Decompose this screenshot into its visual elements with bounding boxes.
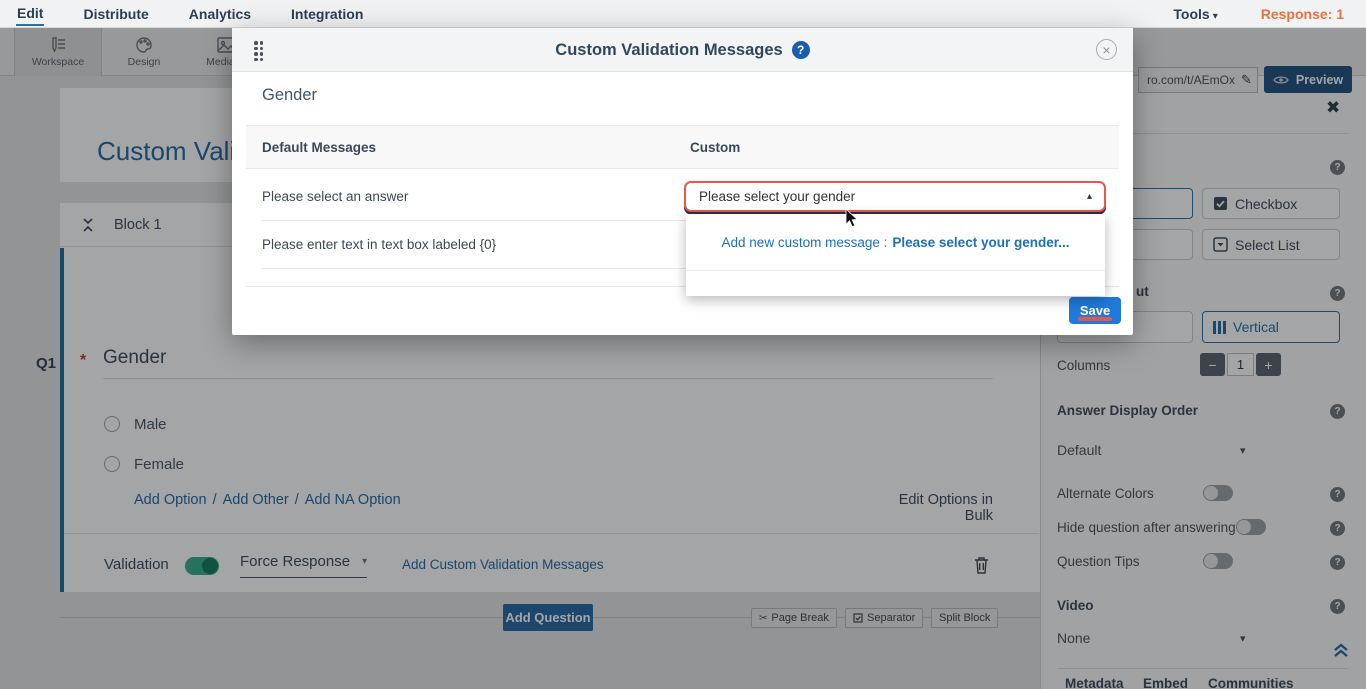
top-nav: Edit Distribute Analytics Integration To… — [0, 0, 1366, 28]
caret-up-icon: ▴ — [1087, 191, 1092, 202]
caret-down-icon: ▾ — [1213, 11, 1218, 22]
modal-section-title: Gender — [262, 86, 317, 105]
app-root: Edit Distribute Analytics Integration To… — [0, 0, 1366, 689]
nav-tab-edit[interactable]: Edit — [16, 2, 44, 26]
custom-validation-modal: Custom Validation Messages ? × Gender De… — [232, 28, 1133, 335]
default-message-cell: Please select an answer — [262, 189, 408, 204]
modal-title-wrap: Custom Validation Messages ? — [232, 28, 1133, 72]
modal-title: Custom Validation Messages — [555, 41, 782, 60]
row-divider — [262, 268, 686, 269]
save-label: Save — [1080, 303, 1110, 318]
nav-left: Edit Distribute Analytics Integration — [16, 2, 364, 26]
nav-tab-integration[interactable]: Integration — [290, 3, 364, 25]
nav-right: Tools ▾ Response: 1 — [1172, 3, 1344, 25]
save-underline-bar — [1078, 317, 1112, 321]
column-header-custom: Custom — [690, 140, 740, 155]
nav-tab-distribute[interactable]: Distribute — [82, 3, 149, 25]
dropdown-divider — [686, 270, 1105, 271]
modal-help-icon[interactable]: ? — [792, 41, 810, 59]
nav-tab-analytics[interactable]: Analytics — [188, 3, 252, 25]
combobox-value: Please select your gender — [699, 189, 855, 204]
custom-message-combobox[interactable]: Please select your gender ▴ — [684, 181, 1106, 212]
option-prefix: Add new custom message : — [722, 235, 888, 250]
option-value: Please select your gender... — [892, 235, 1069, 250]
table-header-row: Default Messages Custom — [246, 125, 1119, 169]
tools-menu[interactable]: Tools ▾ — [1172, 3, 1218, 25]
add-new-custom-message-option[interactable]: Add new custom message : Please select y… — [686, 214, 1105, 270]
modal-header: Custom Validation Messages ? × — [232, 28, 1133, 72]
response-count[interactable]: Response: 1 — [1261, 6, 1344, 22]
modal-close-icon[interactable]: × — [1096, 39, 1117, 60]
default-message-cell: Please enter text in text box labeled {0… — [262, 237, 496, 252]
save-button[interactable]: Save — [1069, 297, 1121, 324]
drag-handle-icon[interactable] — [254, 41, 263, 61]
column-header-default: Default Messages — [262, 140, 376, 155]
tools-label: Tools — [1173, 6, 1209, 22]
custom-message-dropdown-panel: Add new custom message : Please select y… — [686, 214, 1105, 296]
